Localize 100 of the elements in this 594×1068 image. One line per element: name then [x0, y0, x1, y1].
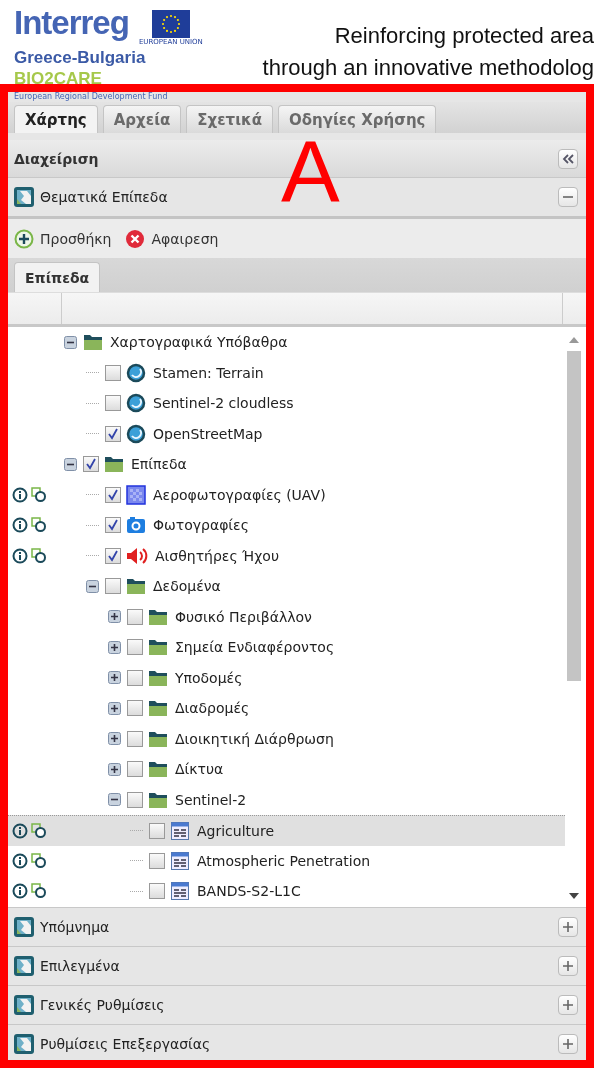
checkbox[interactable] [105, 486, 121, 503]
info-icon[interactable] [12, 883, 28, 900]
pattern-square-icon [126, 484, 146, 505]
expand-icon[interactable] [108, 610, 121, 624]
layer-label: BANDS-S2-L1C [197, 883, 301, 900]
checkbox[interactable] [105, 517, 121, 534]
remove-button[interactable]: Αφαιρεση [125, 228, 219, 249]
checkbox[interactable] [127, 761, 143, 778]
layer-label: Φωτογραφίες [153, 517, 249, 534]
section-title: Ρυθμίσεις Επεξεργασίας [40, 1036, 212, 1052]
layer-label: Επίπεδα [131, 456, 187, 473]
expand-icon[interactable] [108, 701, 121, 715]
expand-button[interactable] [558, 956, 578, 976]
plus-icon [562, 1038, 574, 1050]
folder-icon [148, 638, 168, 657]
layer-label: Σημεία Ενδιαφέροντος [175, 639, 335, 656]
double-chevron-icon [562, 153, 574, 164]
scroll-thumb[interactable] [566, 351, 581, 681]
expand-icon[interactable] [108, 640, 121, 654]
zoom-to-layer-icon[interactable] [31, 822, 47, 839]
checkbox[interactable] [149, 852, 165, 869]
checkbox[interactable] [127, 730, 143, 747]
checkbox[interactable] [127, 608, 143, 625]
checkbox[interactable] [105, 547, 121, 564]
scroll-up-icon[interactable] [568, 337, 579, 343]
checkbox[interactable] [127, 669, 143, 686]
section-title: Υπόμνημα [40, 919, 111, 935]
checkbox[interactable] [83, 456, 99, 473]
info-icon[interactable] [12, 517, 28, 534]
camera-icon [126, 515, 146, 536]
tab[interactable]: Επίπεδα [14, 262, 101, 292]
fund-caption: European Regional Development Fund [13, 92, 169, 102]
expand-icon[interactable] [108, 732, 121, 746]
page-title: through an innovative methodolog [261, 54, 594, 82]
checkbox[interactable] [149, 883, 165, 900]
checkbox[interactable] [105, 425, 121, 442]
checkbox[interactable] [105, 578, 121, 595]
section-title: Επιλεγμένα [40, 958, 121, 974]
collapse-icon[interactable] [64, 335, 77, 349]
check-icon [85, 458, 97, 471]
plus-circle-icon [14, 228, 34, 249]
zoom-to-layer-icon[interactable] [31, 517, 47, 534]
scroll-down-icon[interactable] [568, 893, 579, 899]
info-icon[interactable] [12, 822, 28, 839]
collapse-button[interactable] [558, 148, 578, 169]
zoom-to-layer-icon[interactable] [31, 852, 47, 869]
folder-icon [104, 455, 124, 474]
tab[interactable]: Σχετικά [186, 105, 273, 133]
info-icon[interactable] [12, 547, 28, 564]
zoom-to-layer-icon[interactable] [31, 883, 47, 900]
collapse-icon[interactable] [86, 579, 99, 593]
zoom-to-layer-icon[interactable] [31, 486, 47, 503]
tab[interactable]: Αρχεία [102, 105, 182, 133]
collapse-icon[interactable] [64, 457, 77, 471]
speaker-icon [126, 545, 148, 566]
page-title: Reinforcing protected area [333, 22, 594, 50]
checkbox[interactable] [105, 364, 121, 381]
folder-icon [148, 790, 168, 809]
check-icon [107, 519, 119, 532]
check-icon [107, 427, 119, 440]
collapse-button[interactable] [558, 187, 578, 207]
checkbox[interactable] [127, 639, 143, 656]
checkbox[interactable] [127, 700, 143, 717]
layer-label: Sentinel-2 cloudless [153, 395, 294, 412]
layer-label: Atmospheric Penetration [197, 852, 371, 869]
layer-label: Διαδρομές [175, 700, 250, 717]
map-icon [14, 1034, 34, 1054]
expand-button[interactable] [558, 917, 578, 937]
layer-label: Δεδομένα [153, 578, 221, 595]
checkbox[interactable] [127, 791, 143, 808]
folder-icon [126, 577, 146, 596]
section-title: Θεματικά Επίπεδα [40, 189, 169, 205]
info-icon[interactable] [12, 486, 28, 503]
expand-button[interactable] [558, 1034, 578, 1054]
layer-label: Agriculture [197, 822, 274, 839]
folder-icon [148, 729, 168, 748]
layer-label: Φυσικό Περιβάλλον [175, 608, 312, 625]
layer-label: Sentinel-2 [175, 791, 247, 808]
collapse-icon[interactable] [108, 793, 121, 807]
checkbox[interactable] [149, 822, 165, 839]
map-icon [14, 956, 34, 976]
map-icon [14, 995, 34, 1015]
layer-label: Αισθητήρες Ήχου [155, 547, 279, 564]
expand-button[interactable] [558, 995, 578, 1015]
layer-label: Διοικητική Διάρθρωση [175, 730, 334, 747]
checkbox[interactable] [105, 395, 121, 412]
zoom-to-layer-icon[interactable] [31, 547, 47, 564]
plus-icon [562, 960, 574, 972]
expand-icon[interactable] [108, 671, 121, 685]
map-icon [14, 187, 34, 207]
plus-icon [562, 921, 574, 933]
check-icon [107, 549, 119, 562]
selected-row[interactable]: Agriculture [8, 815, 565, 846]
add-button[interactable]: Προσθήκη [14, 228, 112, 249]
info-icon[interactable] [12, 852, 28, 869]
expand-icon[interactable] [108, 762, 121, 776]
folder-icon [148, 760, 168, 779]
layer-label: Stamen: Terrain [153, 364, 264, 381]
layer-label: Υποδομές [175, 669, 243, 686]
tab[interactable]: Χάρτης [14, 105, 98, 133]
